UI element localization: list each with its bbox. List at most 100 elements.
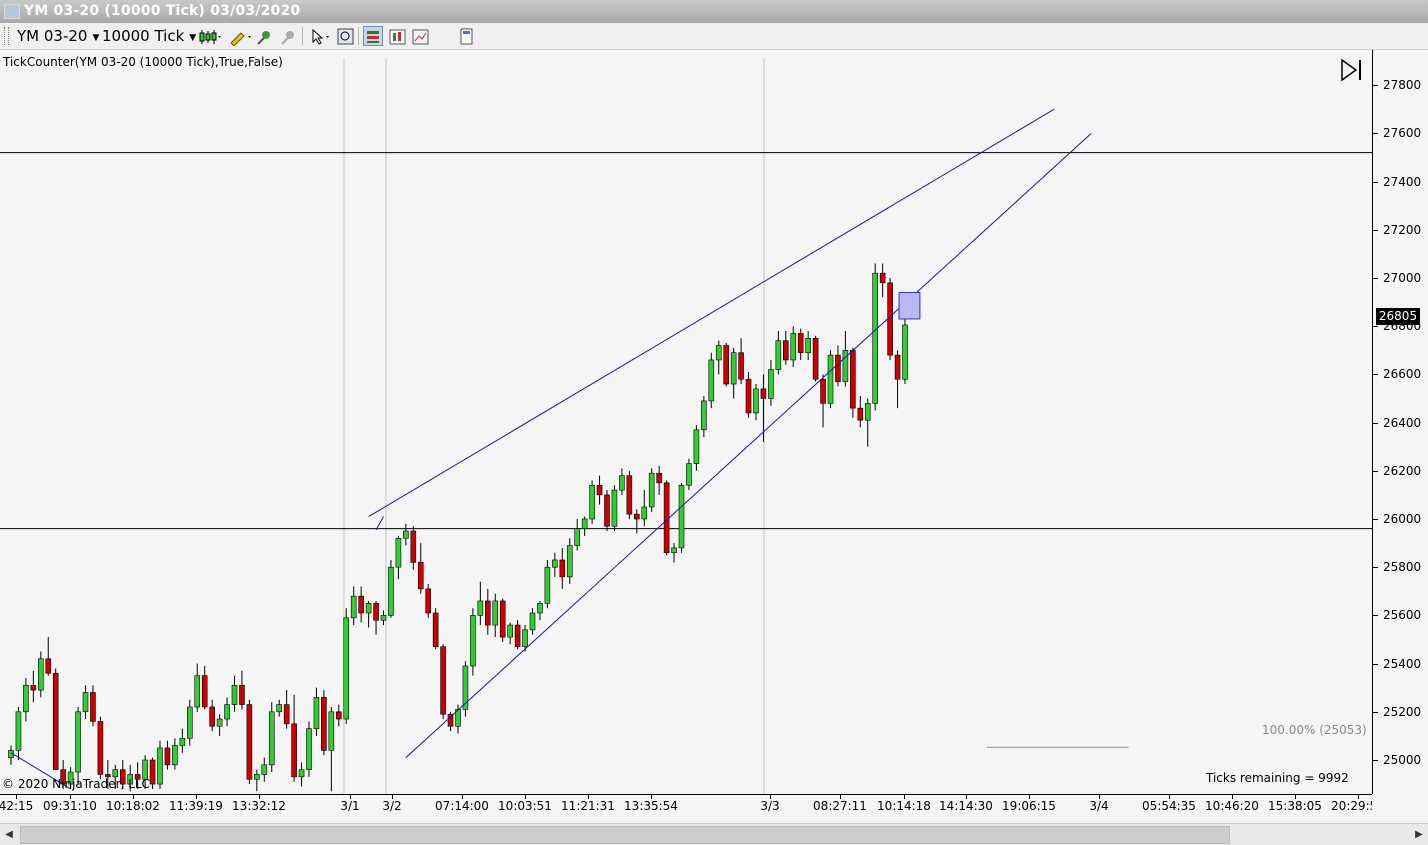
scroll-right-icon[interactable]: ▶ [1410, 824, 1428, 845]
candle-body [552, 559, 558, 568]
price-chart-panel[interactable]: TickCounter(YM 03-20 (10000 Tick),True,F… [0, 50, 1372, 794]
candlestick-chart[interactable] [0, 50, 1372, 794]
time-axis-label: 10:03:51 [498, 799, 552, 813]
candle-body [522, 629, 528, 648]
drawing-tool-button[interactable] [226, 26, 252, 46]
candle-body [209, 706, 215, 727]
time-axis-label: 14:14:30 [939, 799, 993, 813]
time-axis-label: 08:27:11 [813, 799, 867, 813]
time-axis-label: 19:06:15 [1002, 799, 1056, 813]
axis-corner [1372, 794, 1428, 823]
candle-body [514, 624, 521, 648]
price-axis-tick [1373, 229, 1378, 231]
time-axis-label: 3/1 [340, 799, 360, 813]
candle-body [671, 547, 677, 554]
candle-body [850, 349, 856, 409]
price-axis-label: 25000 [1383, 753, 1422, 767]
candle-body [410, 530, 417, 563]
candle-body [37, 658, 44, 691]
price-axis[interactable]: 27800 27600 27400 27200 27000 26800 26600 26400… [1372, 50, 1428, 794]
play-forward-icon[interactable] [1340, 59, 1364, 81]
candle-body [663, 482, 670, 554]
candle-body [633, 513, 640, 520]
candle-body [745, 378, 752, 414]
time-axis-label: 15:38:05 [1268, 799, 1322, 813]
candle-body [701, 400, 707, 431]
toolbar-separator [302, 27, 303, 45]
candle-body [52, 672, 59, 770]
price-axis-label: 27000 [1383, 271, 1422, 285]
price-axis-tick [1373, 133, 1378, 135]
highlight-box [898, 291, 921, 320]
candle-body [641, 506, 648, 520]
candle-body [574, 528, 581, 546]
strategies-button[interactable] [410, 26, 430, 46]
trend-line [375, 516, 384, 531]
candle-body [782, 340, 789, 361]
candle-body [365, 603, 372, 614]
pointer-button[interactable] [308, 26, 334, 46]
candle-body [224, 704, 230, 720]
bar-style-button[interactable] [196, 26, 222, 46]
candle-body [164, 747, 171, 766]
zoom-out-button[interactable] [278, 26, 298, 46]
candle-body [157, 747, 163, 785]
horizontal-scrollbar[interactable]: ◀ ▶ [0, 823, 1428, 845]
time-axis-label: 42:15 [0, 799, 34, 813]
candle-body [760, 388, 767, 399]
candle-body [216, 718, 223, 727]
price-axis-label: 27600 [1383, 126, 1422, 141]
candle-body [872, 272, 879, 404]
candle-body [75, 711, 81, 773]
chevron-down-icon: ▼ [92, 33, 100, 43]
price-axis-tick [1373, 181, 1378, 183]
toolbar-grip[interactable] [4, 27, 9, 45]
price-axis-label: 27800 [1383, 78, 1422, 93]
candle-body [45, 658, 52, 674]
candle-body [775, 340, 782, 370]
instrument-selector[interactable]: YM 03-20 ▼ [17, 26, 99, 46]
candle-body [246, 704, 253, 780]
candle-body [23, 684, 29, 713]
scrollbar-thumb[interactable] [20, 826, 1230, 844]
trend-line [405, 133, 1092, 758]
candle-body [797, 333, 804, 354]
candle-body [805, 337, 811, 354]
time-axis[interactable]: 42:15 09:31:10 10:18:02 11:39:19 13:32:12 3/1… [0, 794, 1385, 824]
candle-body [425, 588, 432, 614]
candle-body [827, 354, 834, 404]
time-axis-label: 13:35:54 [624, 799, 678, 813]
candle-body [470, 615, 476, 667]
candle-body [693, 429, 700, 464]
properties-button[interactable] [363, 26, 383, 46]
candle-body [835, 354, 841, 382]
price-axis-tick [1373, 422, 1378, 424]
candle-body [149, 759, 156, 785]
data-box-button[interactable] [456, 26, 476, 46]
candle-body [172, 745, 178, 766]
candle-body [194, 675, 201, 708]
time-axis-label: 11:39:19 [169, 799, 223, 813]
price-axis-label: 25200 [1383, 704, 1422, 719]
candle-body [432, 612, 439, 648]
candle-body [373, 603, 379, 621]
price-axis-tick [1373, 374, 1378, 376]
indicators-button[interactable] [387, 26, 407, 46]
time-axis-label: 10:18:02 [106, 799, 160, 813]
time-axis-label: 10:14:18 [877, 799, 931, 813]
price-axis-label: 26200 [1383, 463, 1422, 478]
candle-body [321, 697, 327, 751]
candle-body [686, 463, 692, 486]
price-axis-tick [1373, 615, 1378, 617]
candle-body [790, 333, 797, 361]
zoom-in-button[interactable] [254, 26, 274, 46]
candle-body [261, 764, 268, 775]
candle-body [447, 713, 454, 727]
price-axis-label: 26400 [1383, 415, 1422, 430]
interval-selector[interactable]: 10000 Tick ▼ [102, 26, 196, 46]
candle-body [768, 369, 774, 399]
candle-body [678, 484, 685, 549]
candle-body [611, 489, 618, 527]
magnifier-button[interactable] [335, 26, 355, 46]
scroll-left-icon[interactable]: ◀ [0, 824, 18, 845]
